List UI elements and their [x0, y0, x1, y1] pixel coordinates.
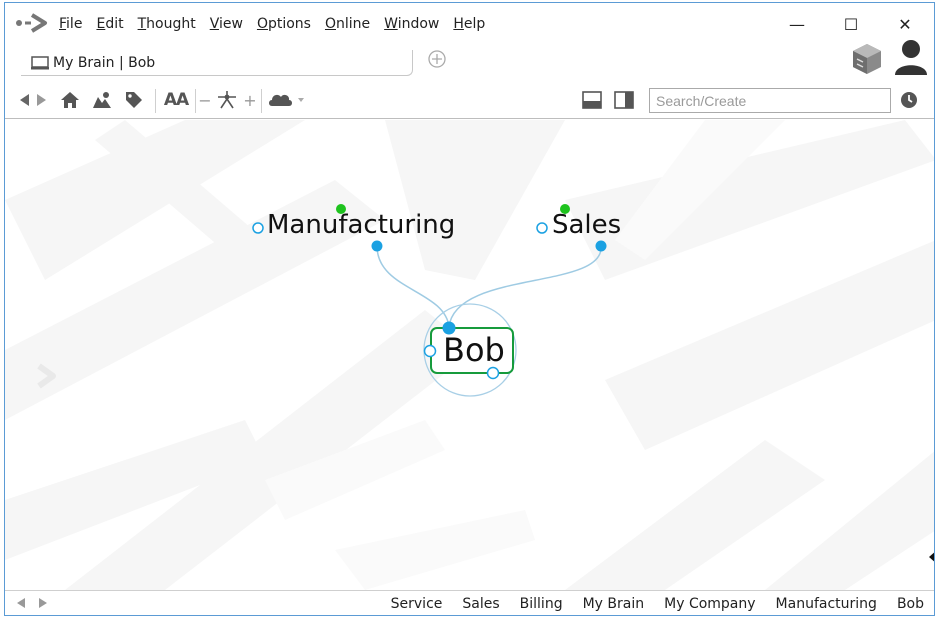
layout-icon: [218, 91, 236, 109]
history-nav: [15, 597, 49, 609]
minimize-button[interactable]: —: [777, 11, 817, 37]
home-icon: [61, 92, 79, 108]
close-button[interactable]: ✕: [885, 11, 925, 37]
menu-thought[interactable]: Thought: [138, 16, 196, 32]
history-item[interactable]: Service: [391, 596, 443, 612]
thought-sales[interactable]: Sales: [552, 212, 621, 238]
panel-bottom-icon: [582, 91, 602, 109]
menu-window[interactable]: Window: [384, 16, 439, 32]
history-item[interactable]: Bob: [897, 596, 924, 612]
jump-gate[interactable]: [252, 222, 264, 234]
menu-list: File Edit Thought View Options Online Wi…: [59, 16, 499, 32]
clock-icon: [901, 92, 917, 108]
child-gate[interactable]: [371, 240, 383, 252]
notes-bottom-button[interactable]: [581, 89, 603, 111]
tab-my-brain[interactable]: My Brain | Bob: [21, 50, 413, 76]
toolbar-separator: [155, 89, 156, 113]
history-back-icon[interactable]: [15, 597, 27, 609]
tab-bar: My Brain | Bob: [5, 47, 934, 83]
menu-edit[interactable]: Edit: [96, 16, 123, 32]
notes-right-button[interactable]: [613, 89, 635, 111]
link-manufacturing-bob[interactable]: [376, 245, 450, 328]
child-gate[interactable]: [486, 366, 500, 380]
maximize-button[interactable]: ☐: [831, 11, 871, 37]
child-gate[interactable]: [595, 240, 607, 252]
thought-history: Service Sales Billing My Brain My Compan…: [391, 596, 924, 612]
history-item[interactable]: Sales: [462, 596, 499, 612]
back-arrow-icon: [20, 94, 29, 106]
cloud-icon: [269, 94, 304, 106]
menu-bar: File Edit Thought View Options Online Wi…: [5, 3, 934, 47]
cloud-button[interactable]: [267, 89, 307, 111]
jump-gate[interactable]: [423, 344, 437, 358]
panel-right-icon: [614, 91, 634, 109]
history-item[interactable]: Billing: [520, 596, 563, 612]
toolbar-separator: [261, 89, 262, 113]
font-size-button[interactable]: AA: [163, 89, 189, 111]
history-forward-icon[interactable]: [37, 597, 49, 609]
tags-button[interactable]: [123, 89, 145, 111]
zoom-in-button[interactable]: +: [243, 89, 256, 111]
history-item[interactable]: My Company: [664, 596, 755, 612]
menu-view[interactable]: View: [210, 16, 243, 32]
tag-icon: [126, 92, 142, 108]
menu-file[interactable]: File: [59, 16, 82, 32]
menu-online[interactable]: Online: [325, 16, 370, 32]
cube-icon[interactable]: [849, 41, 885, 77]
history-item[interactable]: Manufacturing: [776, 596, 877, 612]
history-item[interactable]: My Brain: [583, 596, 645, 612]
forward-arrow-icon: [37, 94, 46, 106]
plex-canvas[interactable]: Manufacturing Sales Bob: [5, 120, 935, 590]
zoom-out-button[interactable]: −: [198, 89, 211, 111]
forward-button[interactable]: [35, 89, 49, 111]
tab-label: My Brain | Bob: [53, 54, 156, 71]
add-tab-icon[interactable]: [427, 49, 447, 69]
home-button[interactable]: [59, 89, 81, 111]
active-thought-bob[interactable]: Bob: [443, 334, 505, 366]
timeline-button[interactable]: [898, 89, 920, 111]
menu-options[interactable]: Options: [257, 16, 311, 32]
toolbar-separator: [195, 89, 196, 113]
thebrain-logo-icon[interactable]: [15, 12, 49, 34]
toolbar: AA − +: [5, 83, 934, 119]
brain-window-icon: [31, 55, 49, 69]
back-button[interactable]: [17, 89, 31, 111]
menu-help[interactable]: Help: [453, 16, 485, 32]
user-icon[interactable]: [893, 37, 929, 77]
panel-expand-icon[interactable]: [929, 550, 935, 564]
link-sales-bob[interactable]: [448, 245, 602, 328]
search-input[interactable]: [649, 88, 891, 113]
layout-button[interactable]: [215, 89, 239, 111]
jump-gate[interactable]: [536, 222, 548, 234]
pins-button[interactable]: [91, 89, 113, 111]
status-bar: Service Sales Billing My Brain My Compan…: [5, 590, 934, 615]
app-window: File Edit Thought View Options Online Wi…: [4, 2, 935, 616]
pin-icon: [93, 92, 111, 108]
thought-manufacturing[interactable]: Manufacturing: [267, 212, 455, 238]
